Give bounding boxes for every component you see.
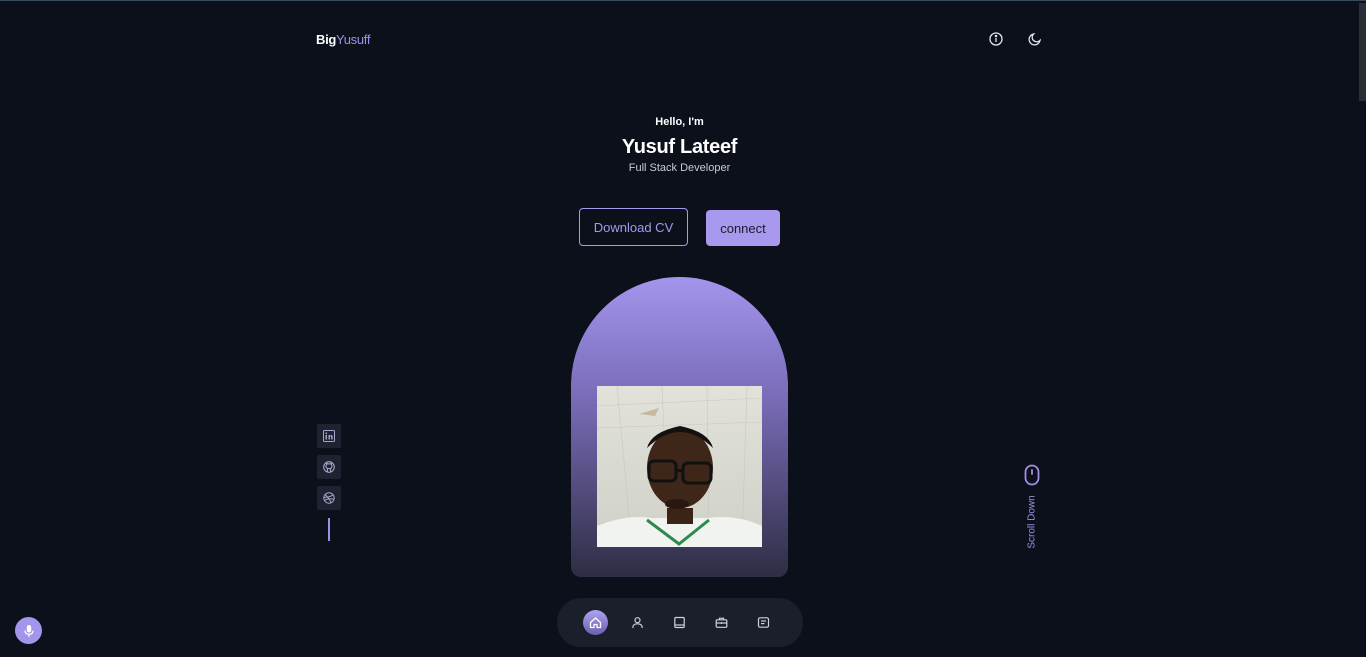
- linkedin-icon[interactable]: [317, 424, 341, 448]
- home-icon: [589, 617, 602, 629]
- logo-primary: Big: [316, 32, 337, 47]
- scrollbar[interactable]: [1358, 1, 1366, 657]
- dribbble-icon[interactable]: [317, 486, 341, 510]
- book-icon: [674, 616, 685, 629]
- social-links: [317, 424, 341, 517]
- moon-icon[interactable]: [1026, 30, 1044, 48]
- mouse-icon: [1024, 464, 1040, 486]
- download-cv-button[interactable]: Download CV: [579, 208, 688, 246]
- nav-experience[interactable]: [667, 610, 692, 635]
- profile-photo: [597, 386, 762, 547]
- site-logo[interactable]: BigYusuff: [316, 32, 370, 47]
- scrollbar-thumb[interactable]: [1359, 3, 1366, 101]
- logo-accent: Yusuff: [336, 32, 371, 47]
- social-divider: [328, 518, 330, 541]
- nav-home[interactable]: [583, 610, 608, 635]
- hero-greeting: Hello, I'm: [655, 116, 704, 128]
- hero-role: Full Stack Developer: [628, 162, 731, 174]
- microphone-icon: [23, 624, 34, 637]
- user-icon: [632, 617, 643, 629]
- info-icon[interactable]: [987, 30, 1005, 48]
- bottom-nav: [557, 598, 803, 647]
- github-icon[interactable]: [317, 455, 341, 479]
- message-icon: [757, 617, 770, 628]
- nav-contact[interactable]: [751, 610, 776, 635]
- briefcase-icon: [715, 617, 728, 628]
- hero-name: Yusuf Lateef: [621, 136, 738, 158]
- connect-button[interactable]: connect: [706, 210, 780, 246]
- nav-about[interactable]: [625, 610, 650, 635]
- voice-assistant-button[interactable]: [15, 617, 42, 644]
- nav-portfolio[interactable]: [709, 610, 734, 635]
- scroll-down-label: Scroll Down: [1026, 495, 1038, 549]
